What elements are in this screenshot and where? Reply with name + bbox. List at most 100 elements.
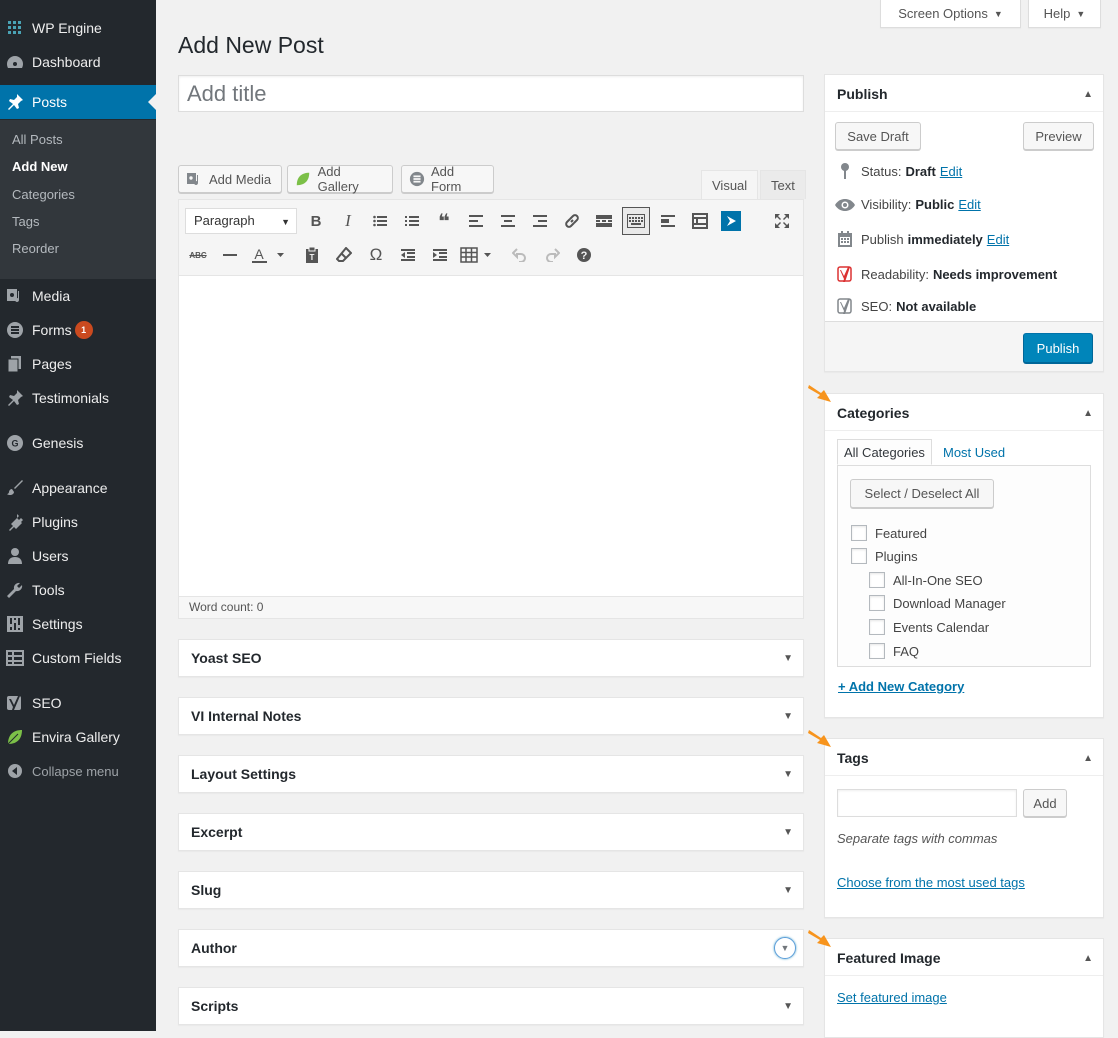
sidebar-item-forms[interactable]: Forms 1 — [0, 313, 156, 347]
sidebar-item-users[interactable]: Users — [0, 539, 156, 573]
screen-options-button[interactable]: Screen Options ▼ — [880, 0, 1021, 28]
category-item[interactable]: Featured — [851, 525, 927, 541]
clear-formatting-icon[interactable] — [331, 242, 357, 268]
read-more-icon[interactable] — [591, 208, 617, 234]
caret-down-icon[interactable]: ▼ — [783, 711, 793, 722]
add-media-button[interactable]: Add Media — [178, 165, 282, 193]
caret-up-icon[interactable]: ▲ — [1083, 753, 1093, 764]
save-draft-button[interactable]: Save Draft — [835, 122, 921, 150]
checkbox[interactable] — [851, 548, 867, 564]
checkbox[interactable] — [869, 643, 885, 659]
post-title-input[interactable] — [178, 75, 804, 112]
metabox-yoast-seo[interactable]: Yoast SEO ▼ — [178, 639, 804, 677]
choose-most-used-tags-link[interactable]: Choose from the most used tags — [837, 875, 1025, 890]
category-item[interactable]: Events Calendar — [869, 619, 989, 635]
caret-down-icon[interactable]: ▼ — [783, 653, 793, 664]
layout-icon[interactable] — [687, 208, 713, 234]
metabox-scripts[interactable]: Scripts ▼ — [178, 987, 804, 1025]
category-item[interactable]: All-In-One SEO — [869, 572, 983, 588]
submenu-item-tags[interactable]: Tags — [12, 214, 39, 229]
format-select[interactable]: Paragraph ▼ — [185, 208, 297, 234]
align-center-icon[interactable] — [495, 208, 521, 234]
add-new-category-link[interactable]: + Add New Category — [838, 679, 964, 694]
checkbox[interactable] — [869, 572, 885, 588]
caret-down-icon[interactable]: ▼ — [783, 769, 793, 780]
checkbox[interactable] — [851, 525, 867, 541]
tab-visual[interactable]: Visual — [701, 170, 759, 200]
edit-visibility-link[interactable]: Edit — [958, 197, 980, 212]
italic-icon[interactable]: I — [335, 208, 361, 234]
sidebar-item-plugins[interactable]: Plugins — [0, 505, 156, 539]
checkbox[interactable] — [869, 595, 885, 611]
shortcode-icon[interactable] — [721, 211, 741, 231]
editor-content-area[interactable] — [179, 276, 803, 576]
toolbar-toggle-icon[interactable] — [622, 207, 650, 235]
select-deselect-all-button[interactable]: Select / Deselect All — [850, 479, 994, 508]
metabox-layout-settings[interactable]: Layout Settings ▼ — [178, 755, 804, 793]
numbered-list-icon[interactable] — [399, 208, 425, 234]
add-gallery-button[interactable]: Add Gallery — [287, 164, 393, 194]
sidebar-item-dashboard[interactable]: Dashboard — [0, 45, 156, 79]
checkbox[interactable] — [869, 619, 885, 635]
caret-down-icon[interactable]: ▼ — [783, 885, 793, 896]
metabox-author[interactable]: Author ▼ — [178, 929, 804, 967]
tab-text[interactable]: Text — [760, 170, 806, 199]
tag-input[interactable] — [837, 789, 1017, 817]
set-featured-image-link[interactable]: Set featured image — [837, 990, 947, 1005]
caret-up-icon[interactable]: ▲ — [1083, 953, 1093, 964]
special-character-icon[interactable]: Ω — [363, 242, 389, 268]
fullscreen-icon[interactable] — [769, 208, 795, 234]
sidebar-item-testimonials[interactable]: Testimonials — [0, 381, 156, 415]
bullet-list-icon[interactable] — [367, 208, 393, 234]
preview-button[interactable]: Preview — [1023, 122, 1094, 150]
undo-icon[interactable] — [507, 242, 533, 268]
caret-down-icon[interactable]: ▼ — [783, 1001, 793, 1012]
metabox-slug[interactable]: Slug ▼ — [178, 871, 804, 909]
caret-up-icon[interactable]: ▲ — [1083, 89, 1093, 100]
link-icon[interactable] — [559, 208, 585, 234]
sidebar-item-media[interactable]: Media — [0, 279, 156, 313]
sidebar-item-seo[interactable]: SEO — [0, 686, 156, 720]
sidebar-item-settings[interactable]: Settings — [0, 607, 156, 641]
caret-up-icon[interactable]: ▲ — [1083, 408, 1093, 419]
category-item[interactable]: FAQ — [869, 643, 919, 659]
sidebar-item-posts[interactable]: Posts — [0, 85, 156, 119]
text-color-icon[interactable]: A — [249, 242, 289, 268]
horizontal-line-icon[interactable] — [217, 242, 243, 268]
align-left-icon[interactable] — [463, 208, 489, 234]
blockquote-icon[interactable]: ❝ — [431, 208, 457, 234]
align-right-icon[interactable] — [527, 208, 553, 234]
sidebar-item-tools[interactable]: Tools — [0, 573, 156, 607]
sidebar-item-appearance[interactable]: Appearance — [0, 471, 156, 505]
category-item[interactable]: Download Manager — [869, 595, 1006, 611]
indent-icon[interactable] — [427, 242, 453, 268]
edit-status-link[interactable]: Edit — [940, 164, 962, 179]
paste-text-icon[interactable]: T — [299, 242, 325, 268]
help-icon[interactable]: ? — [571, 242, 597, 268]
sidebar-item-custom-fields[interactable]: Custom Fields — [0, 641, 156, 675]
redo-icon[interactable] — [539, 242, 565, 268]
sidebar-item-genesis[interactable]: G Genesis — [0, 426, 156, 460]
caret-down-icon[interactable]: ▼ — [783, 827, 793, 838]
add-tag-button[interactable]: Add — [1023, 789, 1067, 817]
table-icon[interactable] — [459, 242, 495, 268]
submenu-item-add-new[interactable]: Add New — [12, 159, 68, 174]
submenu-item-all-posts[interactable]: All Posts — [12, 132, 63, 147]
category-item[interactable]: Plugins — [851, 548, 918, 564]
outdent-icon[interactable] — [395, 242, 421, 268]
caret-down-icon[interactable]: ▼ — [774, 937, 796, 959]
sidebar-item-pages[interactable]: Pages — [0, 347, 156, 381]
add-form-button[interactable]: Add Form — [401, 164, 494, 194]
collapse-menu-button[interactable]: Collapse menu — [0, 754, 156, 788]
strikethrough-icon[interactable]: ABC — [185, 242, 211, 268]
publish-button[interactable]: Publish — [1023, 333, 1093, 363]
tab-all-categories[interactable]: All Categories — [837, 439, 932, 465]
submenu-item-categories[interactable]: Categories — [12, 187, 75, 202]
metabox-vi-internal-notes[interactable]: VI Internal Notes ▼ — [178, 697, 804, 735]
align-image-icon[interactable] — [655, 208, 681, 234]
sidebar-item-wp-engine[interactable]: WP Engine — [0, 11, 156, 45]
sidebar-item-envira-gallery[interactable]: Envira Gallery — [0, 720, 156, 754]
metabox-excerpt[interactable]: Excerpt ▼ — [178, 813, 804, 851]
submenu-item-reorder[interactable]: Reorder — [12, 241, 59, 256]
bold-icon[interactable]: B — [303, 208, 329, 234]
